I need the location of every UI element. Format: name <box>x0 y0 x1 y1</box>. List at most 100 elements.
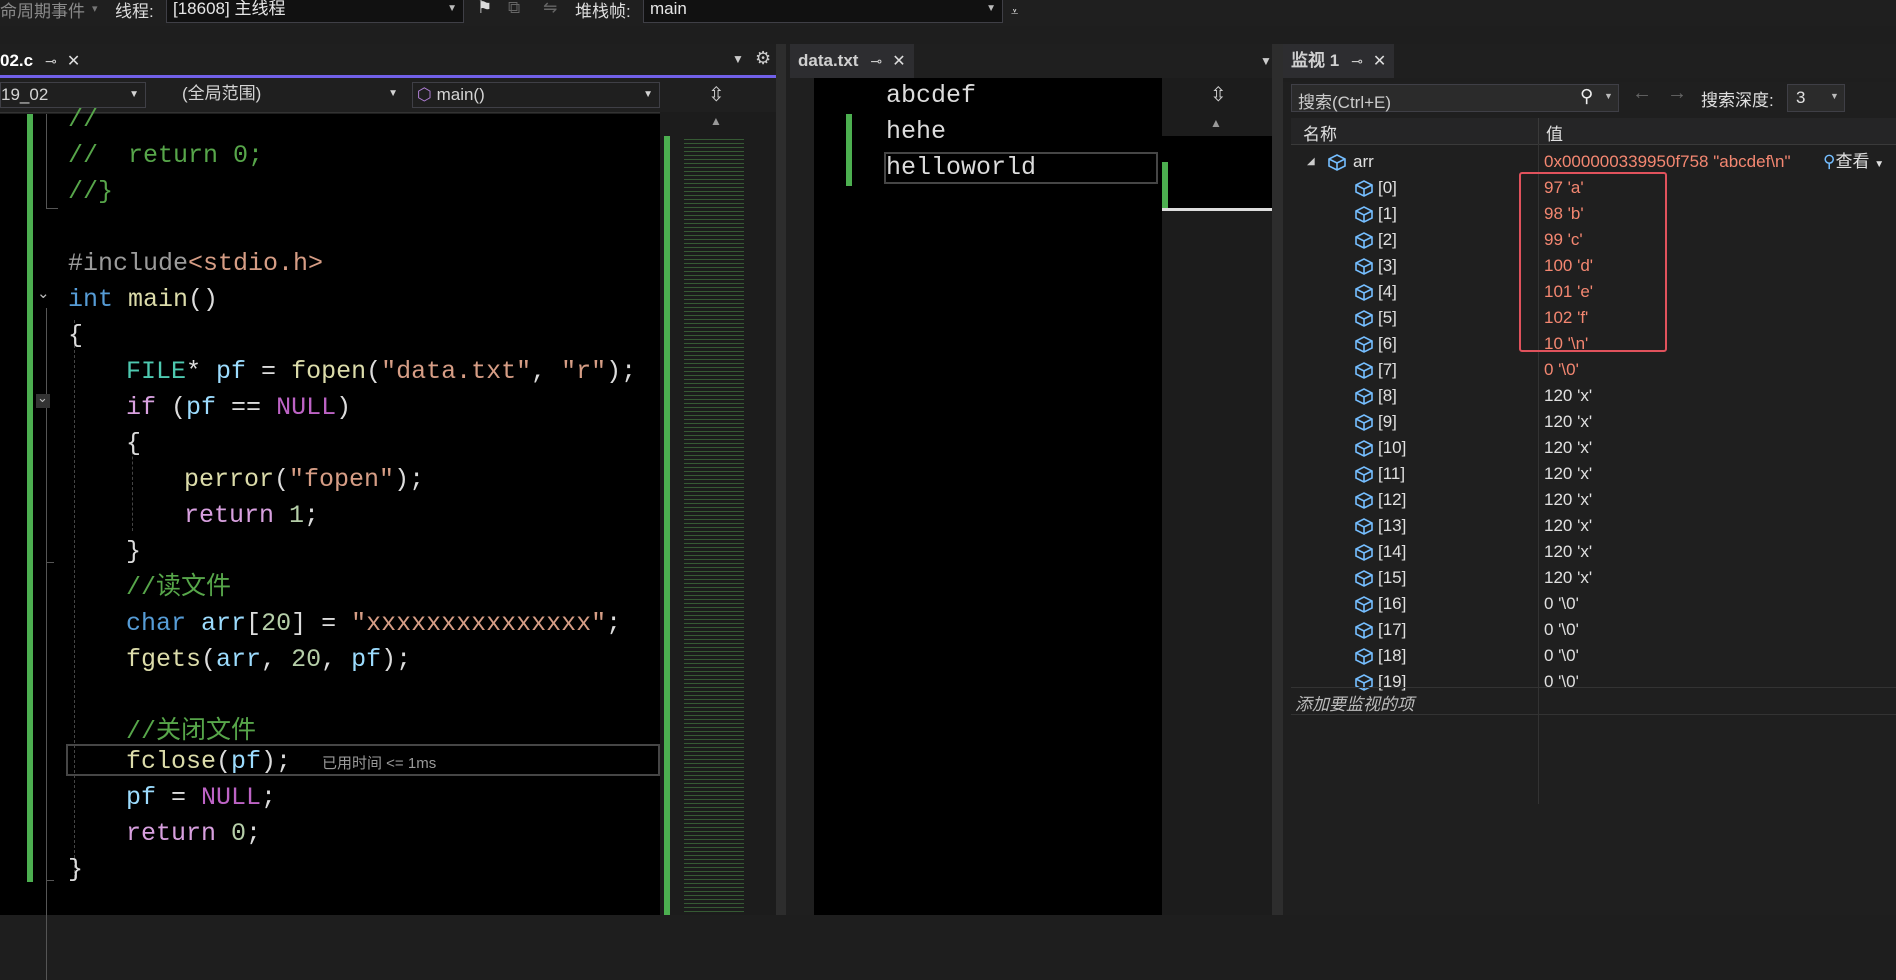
text-editor[interactable]: abcdef hehe helloworld <box>814 78 1162 915</box>
stackframe-label: 堆栈帧: <box>575 2 631 21</box>
watch-row[interactable]: [14] 120 'x' <box>1283 539 1896 565</box>
watch-element-value: 120 'x' <box>1544 386 1593 405</box>
collapse-main-icon[interactable]: ⌄ <box>37 284 50 302</box>
forward-arrow-icon[interactable]: → <box>1667 82 1687 105</box>
watch-search-box[interactable]: 搜索(Ctrl+E) ⚲ ▼ <box>1291 84 1619 112</box>
watch-row[interactable]: [7] 0 '\0' <box>1283 357 1896 383</box>
tab-watch-1[interactable]: 监视 1 ⊸ ✕ <box>1283 44 1395 78</box>
variable-cube-icon <box>1354 465 1373 483</box>
variable-cube-icon <box>1354 335 1373 353</box>
tab-data-txt[interactable]: data.txt ⊸ ✕ <box>790 44 914 78</box>
column-header-name[interactable]: 名称 <box>1303 120 1337 145</box>
collapse-triangle-icon[interactable]: ◢ <box>1307 149 1315 175</box>
scroll-up-icon[interactable]: ▲ <box>710 114 722 128</box>
split-editor-icon[interactable]: ⇳ <box>1210 82 1227 107</box>
toolbar-overflow-icon[interactable]: ⩡ <box>1011 4 1018 20</box>
code-editor[interactable]: ⌄ ⌄ // // return 0; //} #include<stdio.h… <box>0 105 660 980</box>
scope-dropdown[interactable]: (全局范围) ▼ <box>174 82 404 108</box>
lifecycle-events-label[interactable]: 命周期事件 <box>0 0 85 22</box>
collapse-if-icon[interactable]: ⌄ <box>36 390 50 408</box>
variable-cube-icon <box>1354 543 1373 561</box>
function-dropdown[interactable]: ⬡ main() ▼ <box>412 82 660 108</box>
minimap-change-bar <box>1162 162 1168 210</box>
watch-tab-strip: 监视 1 ⊸ ✕ <box>1283 44 1896 78</box>
watch-element-name: [6] <box>1378 334 1397 353</box>
variable-cube-icon <box>1354 387 1373 405</box>
thread-select[interactable]: [18608] 主线程 ▼ <box>166 0 464 23</box>
add-watch-placeholder[interactable]: 添加要监视的项 <box>1295 690 1414 715</box>
watch-row[interactable]: [16] 0 '\0' <box>1283 591 1896 617</box>
pin-icon[interactable]: ⊸ <box>870 53 882 69</box>
watch-element-name: [3] <box>1378 256 1397 275</box>
pane-splitter[interactable] <box>776 44 786 915</box>
pane-splitter[interactable] <box>1272 44 1283 915</box>
tab-list-dropdown-icon[interactable]: ▼ <box>732 52 744 66</box>
watch-row[interactable]: [11] 120 'x' <box>1283 461 1896 487</box>
add-watch-row[interactable]: 添加要监视的项 <box>1291 687 1896 715</box>
search-depth-select[interactable]: 3 ▼ <box>1787 84 1845 112</box>
watch-row[interactable]: [13] 120 'x' <box>1283 513 1896 539</box>
split-editor-icon[interactable]: ⇳ <box>708 82 725 107</box>
code-line: } <box>68 855 84 884</box>
tab-02c[interactable]: 02.c ⊸ ✕ <box>0 44 104 78</box>
function-dropdown-value: main() <box>436 85 485 104</box>
code-line: { <box>68 321 84 350</box>
lifecycle-dropdown-icon[interactable]: ▾ <box>92 2 98 15</box>
watch-row[interactable]: [12] 120 'x' <box>1283 487 1896 513</box>
pin-icon[interactable]: ⊸ <box>1351 53 1363 69</box>
chevron-down-icon: ▼ <box>447 3 457 14</box>
back-arrow-icon[interactable]: ← <box>1632 82 1652 105</box>
threads-flag-icon[interactable]: ⇋ <box>543 0 557 18</box>
view-visualizer-button[interactable]: ⚲查看 ▼ <box>1823 149 1884 178</box>
gear-icon[interactable]: ⚙ <box>755 48 771 69</box>
annotation-highlight-box <box>1519 172 1667 352</box>
scroll-up-icon[interactable]: ▲ <box>1210 116 1222 130</box>
code-line: } <box>126 537 142 566</box>
close-icon[interactable]: ✕ <box>892 53 905 70</box>
close-icon[interactable]: ✕ <box>1373 53 1386 70</box>
column-divider[interactable] <box>1538 118 1539 144</box>
perf-tip-elapsed[interactable]: 已用时间 <= 1ms <box>322 752 436 773</box>
thread-filter-icon[interactable]: ⧉ <box>508 0 520 18</box>
tab-list-dropdown-icon[interactable]: ▼ <box>1260 54 1272 68</box>
watch-element-name: [5] <box>1378 308 1397 327</box>
flag-icon[interactable]: ⚑ <box>477 0 492 18</box>
close-icon[interactable]: ✕ <box>67 53 80 70</box>
watch-row[interactable]: [15] 120 'x' <box>1283 565 1896 591</box>
watch-window: 搜索(Ctrl+E) ⚲ ▼ ← → 搜索深度: 3 ▼ 名称 值 ◢ arr … <box>1283 82 1896 915</box>
indent-guide <box>74 320 75 878</box>
stackframe-select[interactable]: main ▼ <box>643 0 1003 23</box>
watch-element-name: [11] <box>1378 464 1406 483</box>
watch-element-name: [8] <box>1378 386 1397 405</box>
chevron-down-icon[interactable]: ▼ <box>1604 91 1613 101</box>
watch-row[interactable]: [10] 120 'x' <box>1283 435 1896 461</box>
scope-dropdown-value: (全局范围) <box>182 84 262 103</box>
watch-element-value: 0 '\0' <box>1544 620 1579 639</box>
watch-row[interactable]: [9] 120 'x' <box>1283 409 1896 435</box>
watch-element-name: [9] <box>1378 412 1397 431</box>
text-minimap[interactable]: ⇳ ▲ <box>1162 78 1272 915</box>
editor-minimap[interactable]: ▲ <box>660 112 776 915</box>
column-header-value[interactable]: 值 <box>1546 120 1563 145</box>
watch-element-name: [17] <box>1378 620 1407 639</box>
tab-label: 02.c <box>0 51 34 70</box>
tab-label: data.txt <box>798 51 859 70</box>
chevron-down-icon: ▼ <box>388 88 398 99</box>
code-line: if (pf == NULL) <box>126 393 352 422</box>
search-depth-value: 3 <box>1796 88 1806 107</box>
watch-search-input[interactable]: 搜索(Ctrl+E) <box>1298 88 1391 113</box>
watch-element-name: [7] <box>1378 360 1397 379</box>
watch-row[interactable]: [17] 0 '\0' <box>1283 617 1896 643</box>
search-depth-label: 搜索深度: <box>1701 91 1774 110</box>
variable-cube-icon <box>1354 491 1373 509</box>
watch-row[interactable]: [18] 0 '\0' <box>1283 643 1896 669</box>
watch-row[interactable]: [8] 120 'x' <box>1283 383 1896 409</box>
watch-element-value: 120 'x' <box>1544 438 1593 457</box>
code-line: return 0; <box>126 819 262 848</box>
minimap-change-bar <box>664 136 670 915</box>
pin-icon[interactable]: ⊸ <box>45 53 57 69</box>
search-icon[interactable]: ⚲ <box>1580 86 1593 107</box>
watch-element-name: [15] <box>1378 568 1407 587</box>
variable-cube-icon <box>1354 231 1373 249</box>
variable-cube-icon <box>1354 309 1373 327</box>
